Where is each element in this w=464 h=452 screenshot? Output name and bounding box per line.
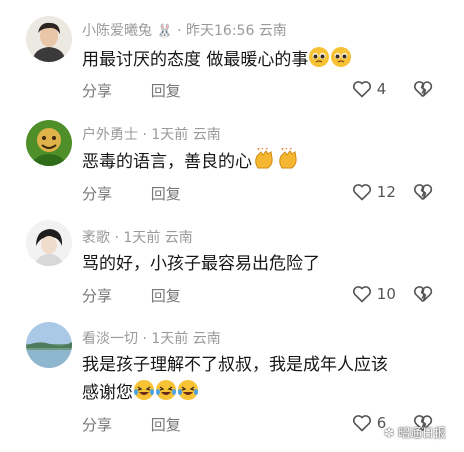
laughing-tears-icon [177, 379, 199, 410]
username[interactable]: 看淡一切 [82, 331, 138, 347]
like-button[interactable]: 6 [352, 414, 386, 432]
paw-icon: ✽ [384, 426, 395, 440]
comment-text: 我是孩子理解不了叔叔，我是成年人应该 感谢您 [82, 352, 388, 410]
comment-actions: 分享 回复 [82, 414, 181, 435]
laughing-tears-icon [133, 379, 155, 410]
heart-icon [352, 414, 372, 432]
comment-time: 1天前 [151, 331, 189, 347]
share-button[interactable]: 分享 [82, 414, 112, 435]
comment-location: 云南 [192, 331, 221, 347]
watermark: ✽ 昭通日报 [384, 426, 446, 440]
avatar[interactable] [26, 322, 72, 368]
laughing-tears-icon [155, 379, 177, 410]
comment-4: 看淡一切 · 1天前 云南 我是孩子理解不了叔叔，我是成年人应该 感谢您 分享 … [0, 0, 464, 452]
comment-meta: 看淡一切 · 1天前 云南 [82, 331, 221, 347]
reply-button[interactable]: 回复 [151, 414, 181, 435]
